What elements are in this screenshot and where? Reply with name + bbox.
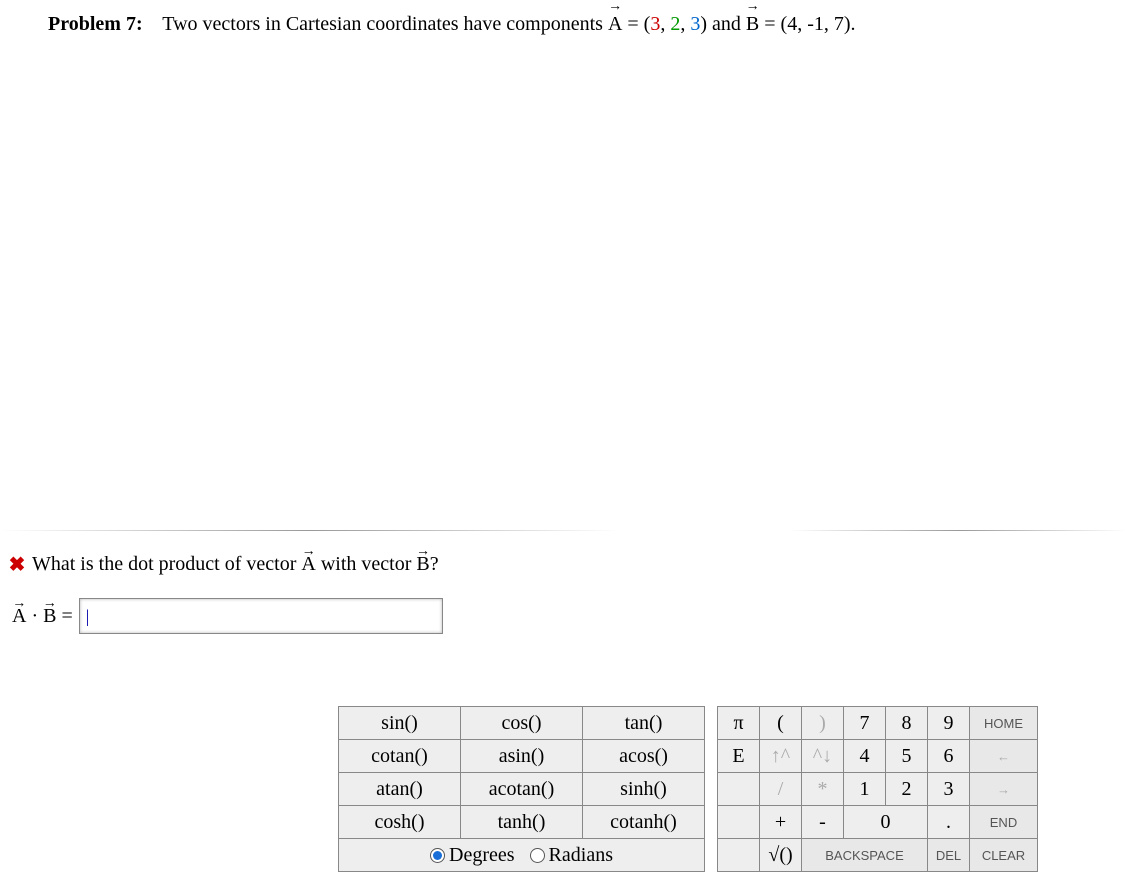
key-right[interactable]: → bbox=[970, 773, 1038, 806]
key-cosh[interactable]: cosh() bbox=[339, 806, 461, 839]
section-divider bbox=[0, 530, 1127, 533]
key-del[interactable]: DEL bbox=[928, 839, 970, 872]
key-4[interactable]: 4 bbox=[844, 740, 886, 773]
key-1[interactable]: 1 bbox=[844, 773, 886, 806]
key-0[interactable]: 0 bbox=[844, 806, 928, 839]
key-left[interactable]: ← bbox=[970, 740, 1038, 773]
incorrect-icon: ✖ bbox=[2, 552, 32, 577]
key-tanh[interactable]: tanh() bbox=[461, 806, 583, 839]
key-5[interactable]: 5 bbox=[886, 740, 928, 773]
angle-mode-row: Degrees Radians bbox=[339, 839, 705, 872]
key-sinh[interactable]: sinh() bbox=[583, 773, 705, 806]
key-clear[interactable]: CLEAR bbox=[970, 839, 1038, 872]
answer-row: →A · →B = bbox=[12, 598, 443, 634]
key-sup-down[interactable]: ^↓ bbox=[802, 740, 844, 773]
problem-label: Problem 7: bbox=[48, 13, 143, 35]
key-blank-1 bbox=[718, 773, 760, 806]
key-blank-3 bbox=[718, 839, 760, 872]
A-component-2: 2 bbox=[670, 13, 680, 35]
key-lparen[interactable]: ( bbox=[760, 707, 802, 740]
key-rparen[interactable]: ) bbox=[802, 707, 844, 740]
question-end: ? bbox=[430, 553, 439, 575]
key-div[interactable]: / bbox=[760, 773, 802, 806]
key-acotan[interactable]: acotan() bbox=[461, 773, 583, 806]
problem-statement: Problem 7: Two vectors in Cartesian coor… bbox=[48, 8, 1097, 40]
key-blank-2 bbox=[718, 806, 760, 839]
answer-input[interactable] bbox=[79, 598, 443, 634]
key-sqrt[interactable]: √() bbox=[760, 839, 802, 872]
key-2[interactable]: 2 bbox=[886, 773, 928, 806]
key-asin[interactable]: asin() bbox=[461, 740, 583, 773]
key-home[interactable]: HOME bbox=[970, 707, 1038, 740]
radio-radians[interactable]: Radians bbox=[530, 844, 613, 866]
key-cotanh[interactable]: cotanh() bbox=[583, 806, 705, 839]
vector-A: → A bbox=[608, 8, 622, 40]
answer-label: →A · →B = bbox=[12, 605, 73, 628]
key-6[interactable]: 6 bbox=[928, 740, 970, 773]
vector-B: → B bbox=[746, 8, 759, 40]
question-prefix: What is the dot product of vector bbox=[32, 553, 301, 575]
key-9[interactable]: 9 bbox=[928, 707, 970, 740]
question-vector-A: → A bbox=[301, 553, 315, 576]
key-sup-up[interactable]: ↑^ bbox=[760, 740, 802, 773]
key-backspace[interactable]: BACKSPACE bbox=[802, 839, 928, 872]
function-keypad: sin() cos() tan() cotan() asin() acos() … bbox=[338, 706, 705, 872]
keypad: sin() cos() tan() cotan() asin() acos() … bbox=[338, 706, 1038, 872]
key-tan[interactable]: tan() bbox=[583, 707, 705, 740]
A-component-1: 3 bbox=[650, 13, 660, 35]
key-cotan[interactable]: cotan() bbox=[339, 740, 461, 773]
question-row: ✖ What is the dot product of vector → A … bbox=[2, 552, 439, 577]
question-vector-B: → B bbox=[416, 553, 429, 576]
key-sin[interactable]: sin() bbox=[339, 707, 461, 740]
numeric-keypad: π ( ) 7 8 9 HOME E ↑^ ^↓ 4 5 6 ← / * 1 2… bbox=[717, 706, 1038, 872]
A-component-3: 3 bbox=[690, 13, 700, 35]
key-pi[interactable]: π bbox=[718, 707, 760, 740]
key-end[interactable]: END bbox=[970, 806, 1038, 839]
key-acos[interactable]: acos() bbox=[583, 740, 705, 773]
key-atan[interactable]: atan() bbox=[339, 773, 461, 806]
key-3[interactable]: 3 bbox=[928, 773, 970, 806]
key-plus[interactable]: + bbox=[760, 806, 802, 839]
key-E[interactable]: E bbox=[718, 740, 760, 773]
key-8[interactable]: 8 bbox=[886, 707, 928, 740]
key-7[interactable]: 7 bbox=[844, 707, 886, 740]
problem-text-prefix: Two vectors in Cartesian coordinates hav… bbox=[162, 13, 608, 35]
key-mul[interactable]: * bbox=[802, 773, 844, 806]
radio-degrees[interactable]: Degrees bbox=[430, 844, 520, 866]
key-cos[interactable]: cos() bbox=[461, 707, 583, 740]
key-minus[interactable]: - bbox=[802, 806, 844, 839]
key-dot[interactable]: . bbox=[928, 806, 970, 839]
question-mid: with vector bbox=[321, 553, 417, 575]
